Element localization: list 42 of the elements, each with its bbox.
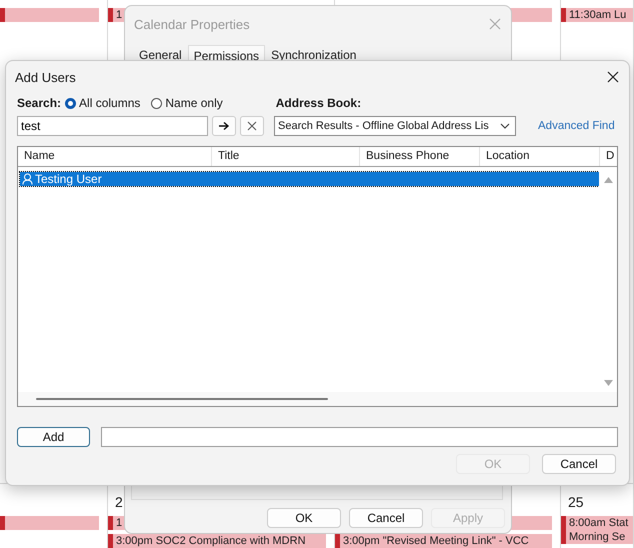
window-title: Add Users: [15, 70, 76, 84]
calendar-event[interactable]: [0, 8, 99, 22]
column-header[interactable]: Location: [480, 147, 600, 166]
tab[interactable]: General: [133, 45, 188, 66]
day-number: 2: [114, 493, 124, 512]
clear-icon: [247, 121, 257, 131]
search-field[interactable]: test: [17, 116, 208, 136]
calendar-event[interactable]: 11:30am Lu: [561, 8, 633, 22]
day-number: 25: [567, 493, 585, 512]
add-button[interactable]: Add: [17, 427, 90, 447]
radio-button[interactable]: [65, 98, 76, 108]
dialog-button[interactable]: OK: [267, 508, 341, 528]
window-title: Calendar Properties: [134, 16, 250, 32]
calendar-event[interactable]: 3:00pm "Revised Meeting Link" - VCC: [335, 534, 552, 548]
column-header[interactable]: Name: [18, 147, 212, 166]
person-icon: [22, 173, 33, 185]
scroll-up-icon[interactable]: [604, 177, 612, 183]
search-label: Search:: [17, 96, 62, 110]
radio-label[interactable]: Name only: [165, 96, 223, 110]
scroll-down-icon[interactable]: [604, 380, 612, 386]
radio-label[interactable]: All columns: [79, 96, 140, 110]
address-book-dropdown[interactable]: Search Results - Offline Global Address Lis: [274, 116, 516, 136]
list-row[interactable]: Testing User: [20, 172, 599, 186]
address-book-label: Address Book:: [276, 96, 362, 110]
dialog-button[interactable]: Cancel: [349, 508, 423, 528]
dialog-button[interactable]: Cancel: [542, 454, 616, 474]
column-header[interactable]: Business Phone: [360, 147, 480, 166]
calendar-event[interactable]: 8:00am Stat Morning Se: [561, 516, 633, 544]
close-icon[interactable]: [607, 71, 619, 83]
calendar-event[interactable]: 3:00pm SOC2 Compliance with MDRN: [108, 534, 326, 548]
tab[interactable]: Synchronization: [265, 45, 362, 66]
column-header[interactable]: D: [600, 147, 617, 166]
selected-users-field[interactable]: [101, 427, 618, 447]
arrow-right-icon: [218, 121, 230, 131]
column-header[interactable]: Title: [212, 147, 360, 166]
calendar-event[interactable]: [0, 516, 99, 530]
advanced-find-link[interactable]: Advanced Find: [538, 120, 615, 132]
chevron-down-icon: [500, 123, 510, 129]
scrollbar-thumb[interactable]: [36, 398, 328, 400]
radio-button[interactable]: [151, 98, 162, 108]
clear-button[interactable]: [240, 116, 264, 136]
go-button[interactable]: [212, 116, 236, 136]
